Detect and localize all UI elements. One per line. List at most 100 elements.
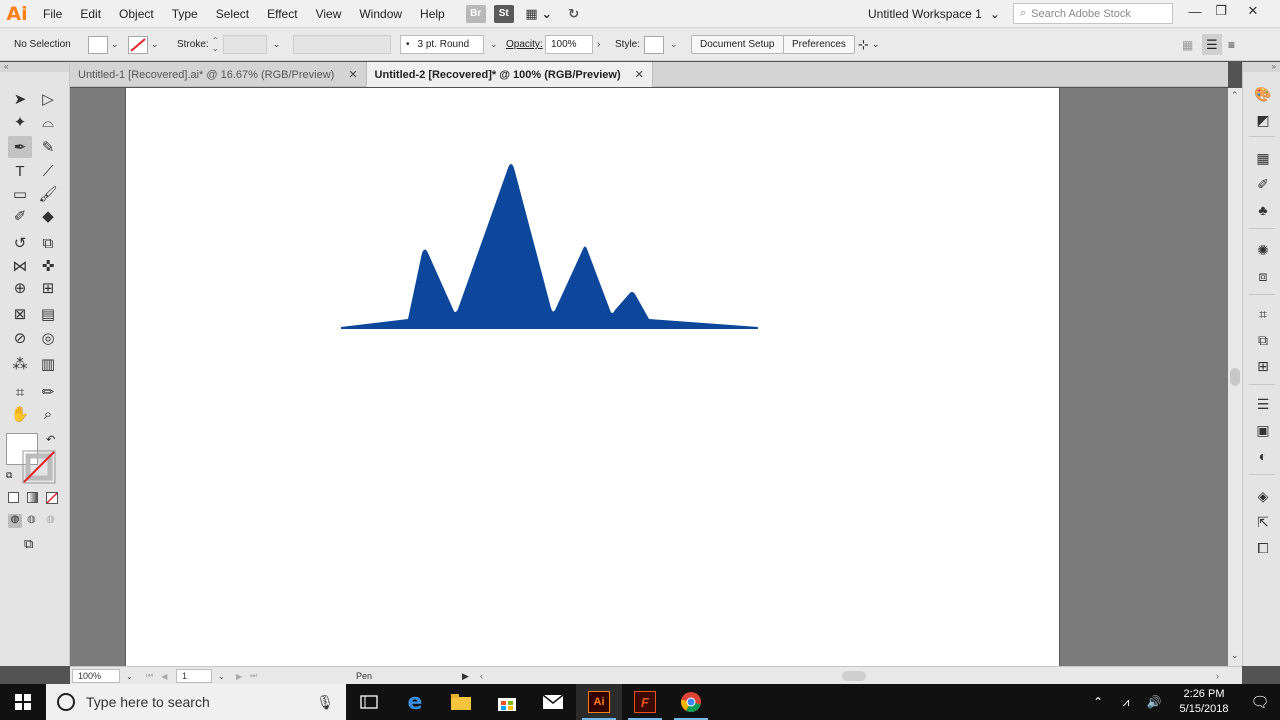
preferences-button[interactable]: Preferences <box>783 35 855 54</box>
volume-icon[interactable]: 🔊 <box>1140 695 1168 709</box>
status-menu-arrow-icon[interactable]: ▶ <box>462 669 469 683</box>
direct-selection-tool-icon[interactable]: ▷ <box>36 88 60 110</box>
menu-effect[interactable]: Effect <box>258 0 306 28</box>
menu-help[interactable]: Help <box>411 0 454 28</box>
illustrator-taskbar-button[interactable]: Ai <box>576 684 622 720</box>
shaper-tool-icon[interactable]: ✐ <box>8 205 32 227</box>
blend-tool-icon[interactable]: ◎ <box>36 327 60 349</box>
puppet-warp-tool-icon[interactable]: ✜ <box>36 255 60 277</box>
shape-builder-tool-icon[interactable]: ⊕ <box>8 277 32 299</box>
brush-definition[interactable]: • 3 pt. Round ⌄ <box>400 34 498 55</box>
workspace-switcher[interactable]: Untitled Workspace 1 ⌄ <box>862 4 1006 24</box>
grid-icon[interactable]: ▦ <box>1182 34 1193 55</box>
color-panel-icon[interactable]: 🎨 <box>1253 84 1273 104</box>
tab-untitled-2[interactable]: Untitled-2 [Recovered]* @ 100% (RGB/Prev… <box>366 62 653 87</box>
width-tool-icon[interactable]: ⋈ <box>8 255 32 277</box>
gpu-performance-icon[interactable]: ↻ <box>564 5 584 23</box>
panel-menu-icon[interactable]: ≡ <box>1228 34 1235 55</box>
slice-tool-icon[interactable]: ✏ <box>36 381 60 403</box>
color-mode-icon[interactable] <box>8 492 19 503</box>
start-button[interactable] <box>0 684 46 720</box>
stroke-weight-stepper[interactable]: ⌃ ⌄ ⌄ <box>212 34 280 55</box>
stroke-panel-icon[interactable]: ☰ <box>1253 394 1273 414</box>
mesh-tool-icon[interactable]: ⊠ <box>8 303 32 325</box>
rectangle-tool-icon[interactable]: ▭ <box>8 183 32 205</box>
menu-object[interactable]: Object <box>110 0 163 28</box>
scroll-down-icon[interactable]: ⌄ <box>1231 650 1239 661</box>
screen-mode-icon[interactable]: ⧉ <box>24 536 33 552</box>
action-center-icon[interactable]: 🗨 <box>1240 693 1280 711</box>
perspective-grid-tool-icon[interactable]: ⊞ <box>36 277 60 299</box>
variable-width-profile[interactable] <box>293 34 391 55</box>
zoom-level[interactable]: 100% <box>72 669 120 683</box>
gradient-tool-icon[interactable]: ▤ <box>36 303 60 325</box>
opacity-value[interactable]: 100% <box>545 35 593 54</box>
selection-tool-icon[interactable]: ➤ <box>8 88 32 110</box>
bridge-icon[interactable]: Br <box>465 4 486 23</box>
opacity-input[interactable]: 100% › <box>545 34 600 55</box>
pathfinder-panel-icon[interactable]: ⧉ <box>1253 330 1273 350</box>
artboards-panel-icon[interactable]: ⧠ <box>1253 538 1273 558</box>
scroll-up-icon[interactable]: ⌃ <box>1231 90 1239 101</box>
restore-button[interactable]: ❐ <box>1208 2 1234 20</box>
swatches-panel-icon[interactable]: ▦ <box>1253 148 1273 168</box>
none-mode-icon[interactable] <box>46 492 58 504</box>
menu-select[interactable]: Select <box>207 0 258 28</box>
asset-export-panel-icon[interactable]: ⇱ <box>1253 512 1273 532</box>
draw-normal-icon[interactable]: ◍ <box>8 514 22 528</box>
draw-behind-icon[interactable]: ◍ <box>27 514 36 525</box>
symbols-panel-icon[interactable]: ♣ <box>1253 200 1273 220</box>
appearance-panel-icon[interactable]: ✺ <box>1253 240 1273 260</box>
edge-taskbar-button[interactable]: e <box>392 684 438 720</box>
scroll-left-icon[interactable]: ‹ <box>480 669 483 683</box>
opacity-label[interactable]: Opacity: <box>506 34 543 55</box>
menu-file[interactable]: File <box>34 0 71 28</box>
type-tool-icon[interactable]: T <box>8 160 32 182</box>
menu-window[interactable]: Window <box>350 0 411 28</box>
file-explorer-taskbar-button[interactable] <box>438 684 484 720</box>
stock-icon[interactable]: St <box>493 4 514 23</box>
scroll-thumb[interactable] <box>1230 368 1240 386</box>
transform-options-icon[interactable]: ⊹ ⌄ <box>858 34 879 55</box>
vertical-scrollbar[interactable]: ⌃ ⌄ <box>1228 88 1242 666</box>
symbol-sprayer-tool-icon[interactable]: ⁂ <box>8 353 32 375</box>
zoom-tool-icon[interactable]: ⌕ <box>36 403 60 425</box>
close-window-button[interactable]: ✕ <box>1240 2 1266 20</box>
artboard[interactable] <box>125 88 1060 666</box>
flash-taskbar-button[interactable]: F <box>622 684 668 720</box>
stock-search-input[interactable]: ⌕ Search Adobe Stock <box>1013 3 1173 24</box>
stroke-weight-field[interactable] <box>222 35 267 54</box>
show-hidden-icons-icon[interactable]: ⌃ <box>1084 695 1112 709</box>
hand-tool-icon[interactable]: ✋ <box>8 403 32 425</box>
stroke-swatch[interactable]: ⌄ <box>128 34 159 55</box>
artboard-number[interactable]: 1 <box>176 669 212 683</box>
gradient-mode-icon[interactable] <box>27 492 38 503</box>
panel-collapse-handle[interactable]: « <box>0 62 69 72</box>
dock-collapse-handle[interactable]: » <box>1243 62 1280 72</box>
close-icon[interactable]: ✕ <box>348 68 357 81</box>
paintbrush-tool-icon[interactable]: 🖌 <box>36 183 60 205</box>
document-setup-button[interactable]: Document Setup <box>691 35 784 54</box>
artboard-tool-icon[interactable]: ⌗ <box>8 381 32 403</box>
graphic-style-picker[interactable]: ⌄ <box>644 34 678 55</box>
network-icon[interactable]: ⩘ <box>1112 695 1140 710</box>
line-segment-tool-icon[interactable]: ⟋ <box>36 160 60 182</box>
column-graph-tool-icon[interactable]: ▥ <box>36 353 60 375</box>
eraser-tool-icon[interactable]: ◆ <box>36 205 60 227</box>
pen-tool-icon[interactable]: ✒ <box>8 136 32 158</box>
curvature-tool-icon[interactable]: ✎ <box>36 136 60 158</box>
blue-waveform-shape[interactable] <box>341 164 758 329</box>
panel-layout-icon[interactable]: ☰ <box>1202 34 1222 55</box>
align-panel-icon[interactable]: ⊞ <box>1253 356 1273 376</box>
mail-taskbar-button[interactable] <box>530 684 576 720</box>
scale-tool-icon[interactable]: ⧉ <box>36 232 60 254</box>
graphic-styles-panel-icon[interactable]: ⧈ <box>1253 266 1273 286</box>
scroll-right-icon[interactable]: › <box>1216 669 1219 683</box>
lasso-tool-icon[interactable]: ⌓ <box>36 111 60 133</box>
fill-swatch[interactable]: ⌄ <box>88 34 119 55</box>
artboard-next-controls[interactable]: ▶ ⏭ <box>236 669 257 683</box>
stroke-box-none-icon[interactable] <box>22 450 56 484</box>
rotate-tool-icon[interactable]: ↺ <box>8 232 32 254</box>
tab-untitled-1[interactable]: Untitled-1 [Recovered].ai* @ 16.67% (RGB… <box>70 62 367 87</box>
task-view-button[interactable] <box>346 684 392 720</box>
